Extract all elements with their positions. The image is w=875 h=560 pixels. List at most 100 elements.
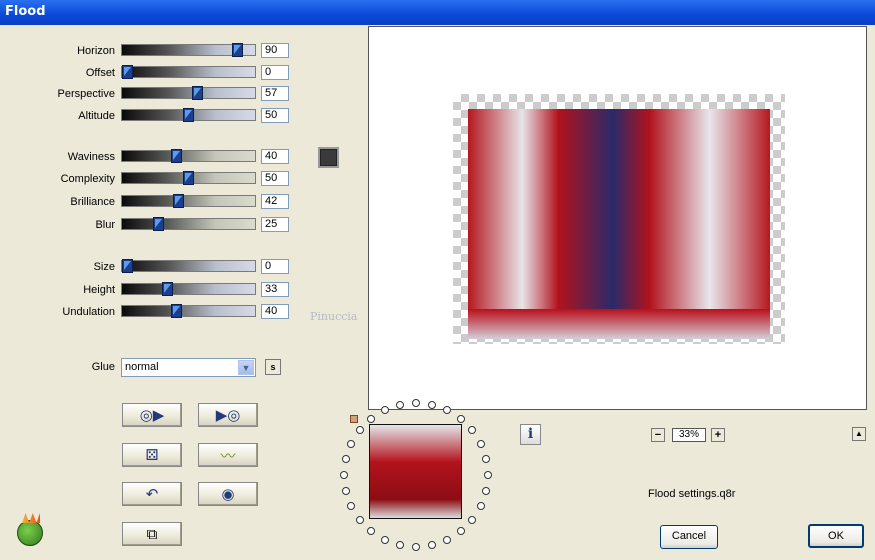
dial-dot[interactable]: [395, 400, 404, 409]
dial-dot[interactable]: [476, 439, 485, 448]
dial-dot[interactable]: [355, 426, 364, 435]
slider-thumb-brilliance[interactable]: [173, 194, 184, 208]
dial-dot[interactable]: [380, 406, 389, 415]
slider-thumb-height[interactable]: [162, 282, 173, 296]
dial-dot[interactable]: [443, 535, 452, 544]
dial-dot[interactable]: [341, 454, 350, 463]
dial-dot[interactable]: [482, 487, 491, 496]
preview-image: [453, 94, 785, 344]
slider-thumb-offset[interactable]: [122, 65, 133, 79]
randomize-button[interactable]: ⚄: [122, 443, 182, 467]
slider-thumb-undulation[interactable]: [171, 304, 182, 318]
dial-dot[interactable]: [456, 527, 465, 536]
slider-track-size[interactable]: [121, 259, 256, 273]
slider-track-altitude[interactable]: [121, 108, 256, 122]
reset-button[interactable]: ◉: [198, 482, 258, 506]
collapse-button[interactable]: ▲: [852, 427, 866, 441]
color-swatch[interactable]: [318, 147, 339, 168]
navigator-thumbnail[interactable]: [369, 424, 462, 519]
slider-value-perspective[interactable]: 57: [261, 86, 289, 101]
preview-image-reflection: [468, 309, 770, 339]
slider-label-offset: Offset: [85, 67, 115, 79]
slider-track-offset[interactable]: [121, 65, 256, 79]
dial-dot[interactable]: [428, 400, 437, 409]
slider-thumb-complexity[interactable]: [183, 171, 194, 185]
glue-s-button[interactable]: s: [265, 359, 281, 375]
zoom-out-button[interactable]: −: [651, 428, 665, 442]
wave-button[interactable]: 〰: [198, 443, 258, 467]
slider-track-brilliance[interactable]: [121, 194, 256, 208]
undo-button[interactable]: ↶: [122, 482, 182, 506]
window-title-bar: Flood: [0, 0, 875, 25]
dial-dot[interactable]: [484, 471, 492, 479]
slider-label-blur: Blur: [95, 219, 115, 231]
ring-icon: ◉: [221, 486, 235, 503]
slider-thumb-size[interactable]: [122, 259, 133, 273]
copy-icon: ⧉: [146, 525, 158, 543]
dial-dot[interactable]: [468, 426, 477, 435]
app-logo-icon: [17, 520, 43, 546]
slider-value-waviness[interactable]: 40: [261, 149, 289, 164]
slider-value-brilliance[interactable]: 42: [261, 194, 289, 209]
slider-track-undulation[interactable]: [121, 304, 256, 318]
slider-value-complexity[interactable]: 50: [261, 171, 289, 186]
slider-track-blur[interactable]: [121, 217, 256, 231]
zoom-in-button[interactable]: +: [711, 428, 725, 442]
slider-value-undulation[interactable]: 40: [261, 304, 289, 319]
ok-button[interactable]: OK: [808, 524, 864, 548]
dial-dot[interactable]: [482, 454, 491, 463]
slider-label-size: Size: [93, 261, 115, 273]
dial-dot[interactable]: [395, 541, 404, 550]
copy-button[interactable]: ⧉: [122, 522, 182, 546]
slider-track-perspective[interactable]: [121, 86, 256, 100]
slider-value-blur[interactable]: 25: [261, 217, 289, 232]
slider-thumb-waviness[interactable]: [171, 149, 182, 163]
zoom-level: 33%: [672, 428, 706, 442]
glue-select[interactable]: normal ▼: [121, 358, 256, 377]
slider-value-height[interactable]: 33: [261, 282, 289, 297]
slider-track-complexity[interactable]: [121, 171, 256, 185]
slider-value-size[interactable]: 0: [261, 259, 289, 274]
settings-file-name: Flood settings.q8r: [648, 488, 736, 500]
chevron-down-icon[interactable]: ▼: [238, 360, 254, 375]
preview-image-content: [468, 109, 770, 309]
slider-label-waviness: Waviness: [67, 151, 115, 163]
slider-value-altitude[interactable]: 50: [261, 108, 289, 123]
dial-dot[interactable]: [476, 502, 485, 511]
dial-dot[interactable]: [468, 515, 477, 524]
slider-value-horizon[interactable]: 90: [261, 43, 289, 58]
dial-dot[interactable]: [428, 541, 437, 550]
dial-dot[interactable]: [367, 527, 376, 536]
slider-track-height[interactable]: [121, 282, 256, 296]
slider-track-horizon[interactable]: [121, 43, 256, 57]
slider-thumb-blur[interactable]: [153, 217, 164, 231]
slider-thumb-horizon[interactable]: [232, 43, 243, 57]
slider-thumb-altitude[interactable]: [183, 108, 194, 122]
dial-dot[interactable]: [412, 543, 420, 551]
dial-dot[interactable]: [367, 414, 376, 423]
slider-track-waviness[interactable]: [121, 149, 256, 163]
dial-dot[interactable]: [412, 399, 420, 407]
dial-dot[interactable]: [443, 406, 452, 415]
undo-icon: ↶: [145, 486, 159, 503]
glue-label: Glue: [91, 361, 115, 373]
dial-dot[interactable]: [355, 515, 364, 524]
watermark: Pinuccia: [310, 310, 358, 323]
slider-thumb-perspective[interactable]: [192, 86, 203, 100]
play-forward-button[interactable]: ◎▶: [122, 403, 182, 427]
dial-dot[interactable]: [347, 439, 356, 448]
dial-dot[interactable]: [347, 502, 356, 511]
slider-value-offset[interactable]: 0: [261, 65, 289, 80]
slider-label-brilliance: Brilliance: [70, 196, 115, 208]
navigator-handle[interactable]: [350, 415, 358, 423]
play-backward-button[interactable]: ▶◎: [198, 403, 258, 427]
cancel-button[interactable]: Cancel: [660, 525, 718, 549]
dial-dot[interactable]: [456, 414, 465, 423]
info-button[interactable]: i: [520, 424, 541, 445]
window-title: Flood: [5, 4, 46, 19]
slider-label-horizon: Horizon: [77, 45, 115, 57]
slider-label-complexity: Complexity: [60, 173, 115, 185]
dial-dot[interactable]: [340, 471, 348, 479]
dial-dot[interactable]: [380, 535, 389, 544]
dial-dot[interactable]: [341, 487, 350, 496]
